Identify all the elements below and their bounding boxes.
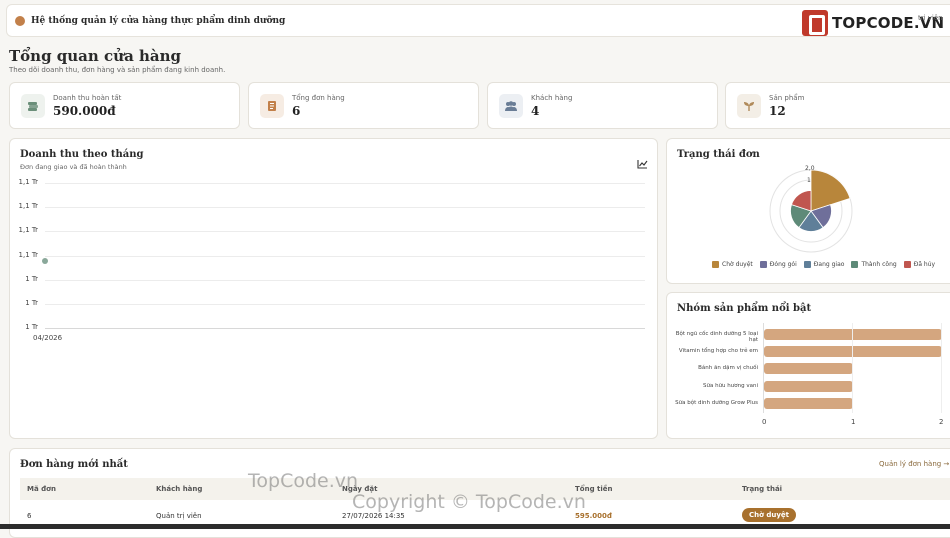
user-menu[interactable]: trị viên [918,14,943,22]
kpi-label: Sản phẩm [769,94,805,102]
kpi-label: Tổng đơn hàng [292,94,345,102]
legend-swatch [803,261,811,268]
legend-label: Thành công [861,261,897,268]
legend-swatch [903,261,911,268]
kpi-value: 4 [531,104,540,118]
r-tick-label: 2,0 [805,165,815,172]
kpi-value: 6 [292,104,301,118]
manage-orders-link[interactable]: Quản lý đơn hàng → [879,460,949,468]
bar-category-label: Bánh ăn dặm vị chuối [698,365,758,372]
y-axis-line [763,323,764,413]
latest-orders-title: Đơn hàng mới nhất [20,459,128,470]
kpi-value: 12 [769,104,786,118]
column-header: Khách hàng [156,485,203,493]
product-bar[interactable] [764,363,853,375]
column-header: Trạng thái [742,485,783,493]
legend-swatch [759,261,767,268]
y-tick-label: 1,1 Tr [18,226,38,234]
product-bar[interactable] [764,346,942,358]
topcode-logo-icon [802,10,828,36]
bar-category-label: Vitamin tổng hợp cho trẻ em [678,348,758,355]
legend-item[interactable]: Chờ duyệt [712,261,753,268]
taskbar-strip [0,524,950,529]
line-chart-icon[interactable] [637,154,648,173]
order-status-polar-chart [769,169,853,253]
bar-category-label: Bột ngũ cốc dinh dưỡng 5 loại hạt [675,331,758,343]
status-badge: Chờ duyệt [742,508,797,522]
order-id-cell: 6 [27,512,32,520]
app-logo-icon [15,15,25,26]
order-status-title: Trạng thái đơn [677,149,760,160]
gridline [45,256,645,257]
revenue-chart-title: Doanh thu theo tháng [20,149,144,160]
legend-item[interactable]: Đang giao [803,261,845,268]
date-cell: 27/07/2026 14:35 [342,512,405,520]
kpi-value: 590.000đ [53,104,116,118]
x-tick-label: 1 [851,418,856,426]
product-bar[interactable] [764,380,853,392]
page-subtitle: Theo dõi doanh thu, đơn hàng và sản phẩm… [9,66,226,74]
gridline [45,280,645,281]
legend-swatch [712,261,719,268]
kpi-customers-card: Khách hàng 4 [487,82,718,129]
bar-category-label: Sữa hữu hương vani [702,382,758,389]
kpi-orders-card: Tổng đơn hàng 6 [248,82,479,129]
revenue-chart-subtitle: Đơn đang giao và đã hoàn thành [20,163,127,171]
kpi-label: Doanh thu hoàn tất [53,94,122,102]
legend-label: Chờ duyệt [722,261,753,268]
app-title: Hệ thống quản lý cửa hàng thực phẩm dinh… [31,15,286,26]
y-tick-label: 1 Tr [25,323,38,331]
bar-category-label: Sữa bột dinh dưỡng Grow Plus [675,399,758,406]
gridline [941,323,942,413]
product-bar[interactable] [764,397,853,409]
gridline [45,231,645,232]
y-tick-label: 1,1 Tr [18,251,38,259]
page-title: Tổng quan cửa hàng [9,47,182,65]
y-tick-label: 1,1 Tr [18,202,38,210]
x-tick-label: 0 [762,418,767,426]
kpi-products-card: Sản phẩm 12 [725,82,950,129]
legend-item[interactable]: Thành công [851,261,897,268]
legend-swatch [851,261,859,268]
y-tick-label: 1,1 Tr [18,178,38,186]
gridline [45,304,645,305]
x-tick-label: 2 [939,418,944,426]
total-cell: 595.000đ [575,512,612,520]
x-axis-line [45,328,645,329]
y-tick-label: 1 Tr [25,275,38,283]
customer-cell: Quản trị viên [156,512,202,520]
kpi-label: Khách hàng [531,94,573,102]
top-products-title: Nhóm sản phẩm nổi bật [677,303,812,314]
gridline [852,323,853,413]
watermark-text: Copyright © TopCode.vn [352,491,586,513]
legend-label: Đóng gói [769,261,797,268]
watermark-text: TopCode.vn [248,470,359,492]
legend-item[interactable]: Đóng gói [759,261,797,268]
y-tick-label: 1 Tr [25,299,38,307]
kpi-revenue-card: Doanh thu hoàn tất 590.000đ [9,82,240,129]
status-legend: Chờ duyệt Đóng gói Đang giao Thành công … [712,261,935,268]
line-data-point[interactable] [42,258,48,264]
money-stack-icon [21,94,45,118]
sprout-icon [737,94,761,118]
legend-label: Đang giao [813,261,845,268]
receipt-icon [260,94,284,118]
column-header: Mã đơn [27,485,56,493]
users-icon [499,94,523,118]
x-tick-label: 04/2026 [33,334,63,342]
gridline [45,207,645,208]
product-bar[interactable] [764,329,942,340]
legend-label: Đã hủy [913,261,936,268]
r-tick-label: 1 [807,177,811,184]
legend-item[interactable]: Đã hủy [903,261,936,268]
gridline [45,183,645,184]
